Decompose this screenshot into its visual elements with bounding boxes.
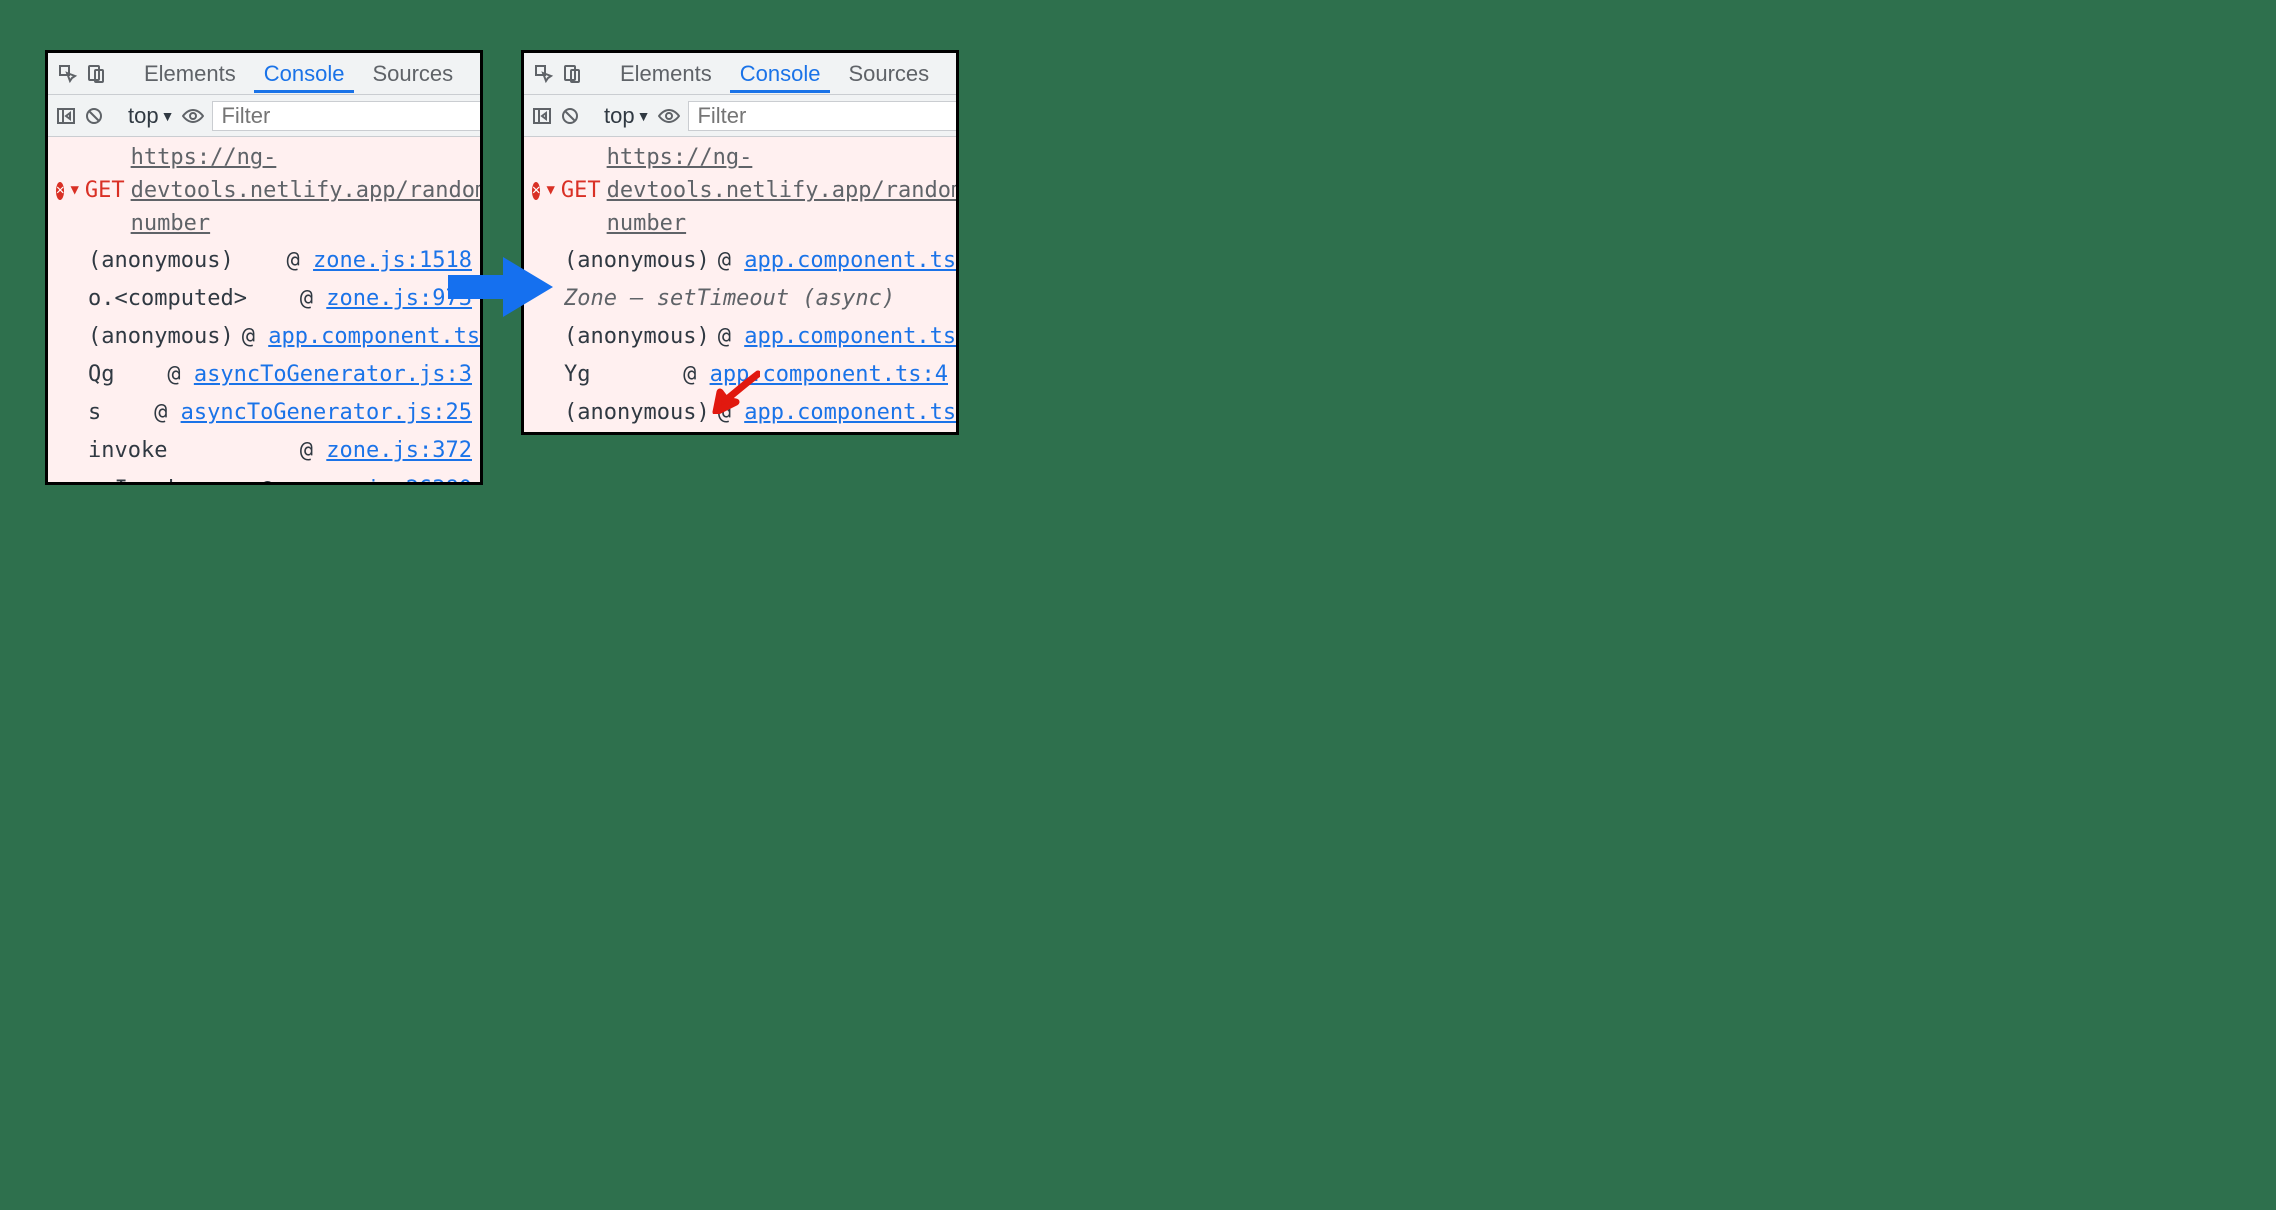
stack-frame: s@ asyncToGenerator.js:25 [56,394,472,432]
async-boundary: Zone — setTimeout (async) [532,280,948,318]
stack-frame: (anonymous)@ app.component.ts:23 [56,318,472,356]
frame-source: @ app.component.ts:23 [242,320,480,354]
frame-source: @ app.component.ts:4 [718,320,956,354]
frame-function: (anonymous) [88,244,279,278]
tab-bar: Elements Console Sources Network » [524,53,956,95]
tab-console[interactable]: Console [730,55,831,93]
frame-function: Qg [88,358,159,392]
stack-frame: Qg@ asyncToGenerator.js:3 [56,356,472,394]
request-url[interactable]: https://ng-devtools.netlify.app/random-n… [607,141,956,240]
frame-function: (anonymous) [564,396,710,430]
stack-frame: o.<computed>@ zone.js:973 [56,280,472,318]
error-icon: ✕ [532,182,540,200]
http-method: GET [85,174,125,207]
frame-source: @ zone.js:973 [300,282,472,316]
stack-frame: (anonymous)@ zone.js:1518 [56,242,472,280]
http-method: GET [561,174,601,207]
frame-function: (anonymous) [88,320,234,354]
frame-source: @ zone.js:372 [300,434,472,468]
source-link[interactable]: app.component.ts:23 [744,248,956,273]
clear-console-icon[interactable] [560,106,580,126]
tab-network[interactable]: Network [471,55,483,93]
stack-frame: onInvoke @ core.mjs:26380 [56,471,472,482]
device-toggle-icon[interactable] [562,64,582,84]
frame-function: Yg [564,358,675,392]
error-icon: ✕ [56,182,64,200]
device-toggle-icon[interactable] [86,64,106,84]
console-toolbar: top ▼ Defau [524,95,956,137]
frame-function: s [88,396,146,430]
frame-source: @ core.mjs:26380 [260,473,472,482]
source-link[interactable]: app.component.ts:23 [268,324,480,349]
chevron-down-icon: ▼ [637,108,651,124]
eye-icon[interactable] [658,106,680,126]
frame-source: @ asyncToGenerator.js:3 [167,358,472,392]
frame-function: (anonymous) [564,244,710,278]
source-link[interactable]: asyncToGenerator.js:3 [194,362,472,387]
collapse-toggle-icon[interactable]: ▼ [70,180,78,201]
tab-console[interactable]: Console [254,55,355,93]
context-selector[interactable]: top ▼ [604,103,650,129]
collapse-toggle-icon[interactable]: ▼ [546,180,554,201]
console-error-row[interactable]: ✕ ▼ GET https://ng-devtools.netlify.app/… [48,137,480,242]
tab-elements[interactable]: Elements [610,55,722,93]
filter-input[interactable] [688,101,959,131]
stack-frame: (anonymous)@ app.component.ts:23 [532,242,948,280]
console-error-row[interactable]: ✕ ▼ GET https://ng-devtools.netlify.app/… [524,137,956,242]
inspect-icon[interactable] [534,64,554,84]
callout-arrow-icon [710,370,760,414]
sidebar-toggle-icon[interactable] [532,106,552,126]
context-selector[interactable]: top ▼ [128,103,174,129]
transition-arrow-icon [448,257,553,317]
tab-elements[interactable]: Elements [134,55,246,93]
frame-function: invoke [88,434,292,468]
tab-network[interactable]: Network [947,55,959,93]
stack-frame: invoke@ zone.js:372 [56,432,472,470]
filter-input[interactable] [212,101,483,131]
sidebar-toggle-icon[interactable] [56,106,76,126]
frame-source: @ app.component.ts:23 [718,244,956,278]
console-toolbar: top ▼ Default le [48,95,480,137]
source-link[interactable]: zone.js:372 [326,438,472,463]
clear-console-icon[interactable] [84,106,104,126]
frame-source: @ asyncToGenerator.js:25 [154,396,472,430]
source-link[interactable]: core.mjs:26380 [287,477,472,482]
chevron-down-icon: ▼ [161,108,175,124]
tab-bar: Elements Console Sources Network » [48,53,480,95]
inspect-icon[interactable] [58,64,78,84]
request-url[interactable]: https://ng-devtools.netlify.app/random-n… [131,141,480,240]
console-output: ✕ ▼ GET https://ng-devtools.netlify.app/… [48,137,480,482]
frame-function: o.<computed> [88,282,292,316]
frame-source: @ zone.js:1518 [287,244,472,278]
source-link[interactable]: asyncToGenerator.js:25 [181,400,472,425]
eye-icon[interactable] [182,106,204,126]
tab-sources[interactable]: Sources [362,55,463,93]
source-link[interactable]: app.component.ts:4 [744,324,956,349]
frame-function: (anonymous) [564,320,710,354]
devtools-panel-left: Elements Console Sources Network » top ▼… [45,50,483,485]
stack-frame: (anonymous)@ app.component.ts:4 [532,318,948,356]
source-link[interactable]: app.component.ts:22 [744,400,956,425]
tab-sources[interactable]: Sources [838,55,939,93]
stack-frames-left: (anonymous)@ zone.js:1518o.<computed>@ z… [48,242,480,482]
frame-function: onInvoke [88,473,252,482]
